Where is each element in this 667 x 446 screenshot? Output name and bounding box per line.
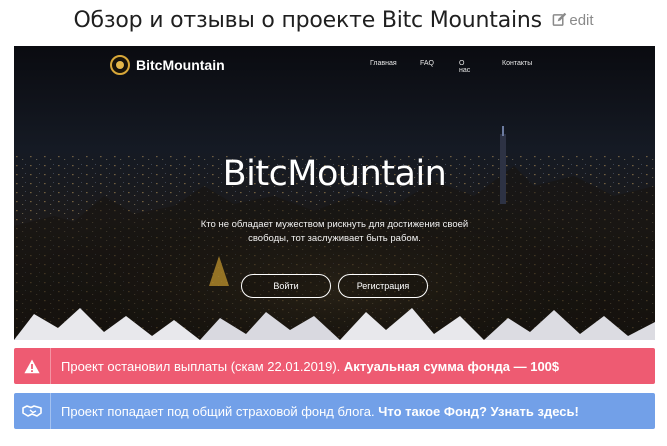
bitcmountain-logo[interactable]: BitcMountain bbox=[110, 55, 225, 75]
notice-divider bbox=[50, 348, 51, 384]
register-button[interactable]: Регистрация bbox=[338, 274, 428, 298]
login-button[interactable]: Войти bbox=[241, 274, 331, 298]
nav-item-about[interactable]: О нас bbox=[459, 60, 470, 74]
warning-icon bbox=[14, 348, 50, 384]
handshake-icon bbox=[14, 393, 50, 429]
payout-stopped-text: Проект остановил выплаты (скам 22.01.201… bbox=[61, 358, 341, 374]
hero-subtitle: Кто не обладает мужеством рискнуть для д… bbox=[174, 218, 495, 246]
notice-divider bbox=[50, 393, 51, 429]
edit-label: edit bbox=[569, 12, 594, 29]
logo-text: BitcMountain bbox=[136, 57, 225, 73]
nav-item-faq[interactable]: FAQ bbox=[420, 60, 434, 67]
edit-icon bbox=[553, 12, 567, 26]
nav-item-home[interactable]: Главная bbox=[370, 60, 397, 67]
hero-subtitle-line-2: свободы, тот заслуживает быть рабом. bbox=[248, 233, 421, 244]
hero-subtitle-line-1: Кто не обладает мужеством рискнуть для д… bbox=[200, 219, 469, 230]
title-row: Обзор и отзывы о проекте Bitc Mountains … bbox=[0, 8, 667, 33]
screenshot-navbar: BitcMountain Главная FAQ О нас Контакты bbox=[14, 46, 655, 86]
nav-item-contacts[interactable]: Контакты bbox=[502, 60, 532, 67]
insurance-fund-notice: Проект попадает под общий страховой фонд… bbox=[14, 393, 655, 429]
page-title: Обзор и отзывы о проекте Bitc Mountains bbox=[73, 8, 542, 33]
hero-title: BitcMountain bbox=[222, 154, 447, 194]
insurance-fund-text: Проект попадает под общий страховой фонд… bbox=[61, 403, 375, 419]
fund-amount-text: Актуальная сумма фонда — 100$ bbox=[343, 358, 560, 374]
payout-stopped-notice: Проект остановил выплаты (скам 22.01.201… bbox=[14, 348, 655, 384]
project-screenshot: BitcMountain Главная FAQ О нас Контакты … bbox=[14, 46, 655, 340]
fund-info-link[interactable]: Что такое Фонд? Узнать здесь! bbox=[378, 404, 579, 419]
edit-link[interactable]: edit bbox=[552, 12, 594, 29]
logo-coin-icon bbox=[110, 55, 130, 75]
